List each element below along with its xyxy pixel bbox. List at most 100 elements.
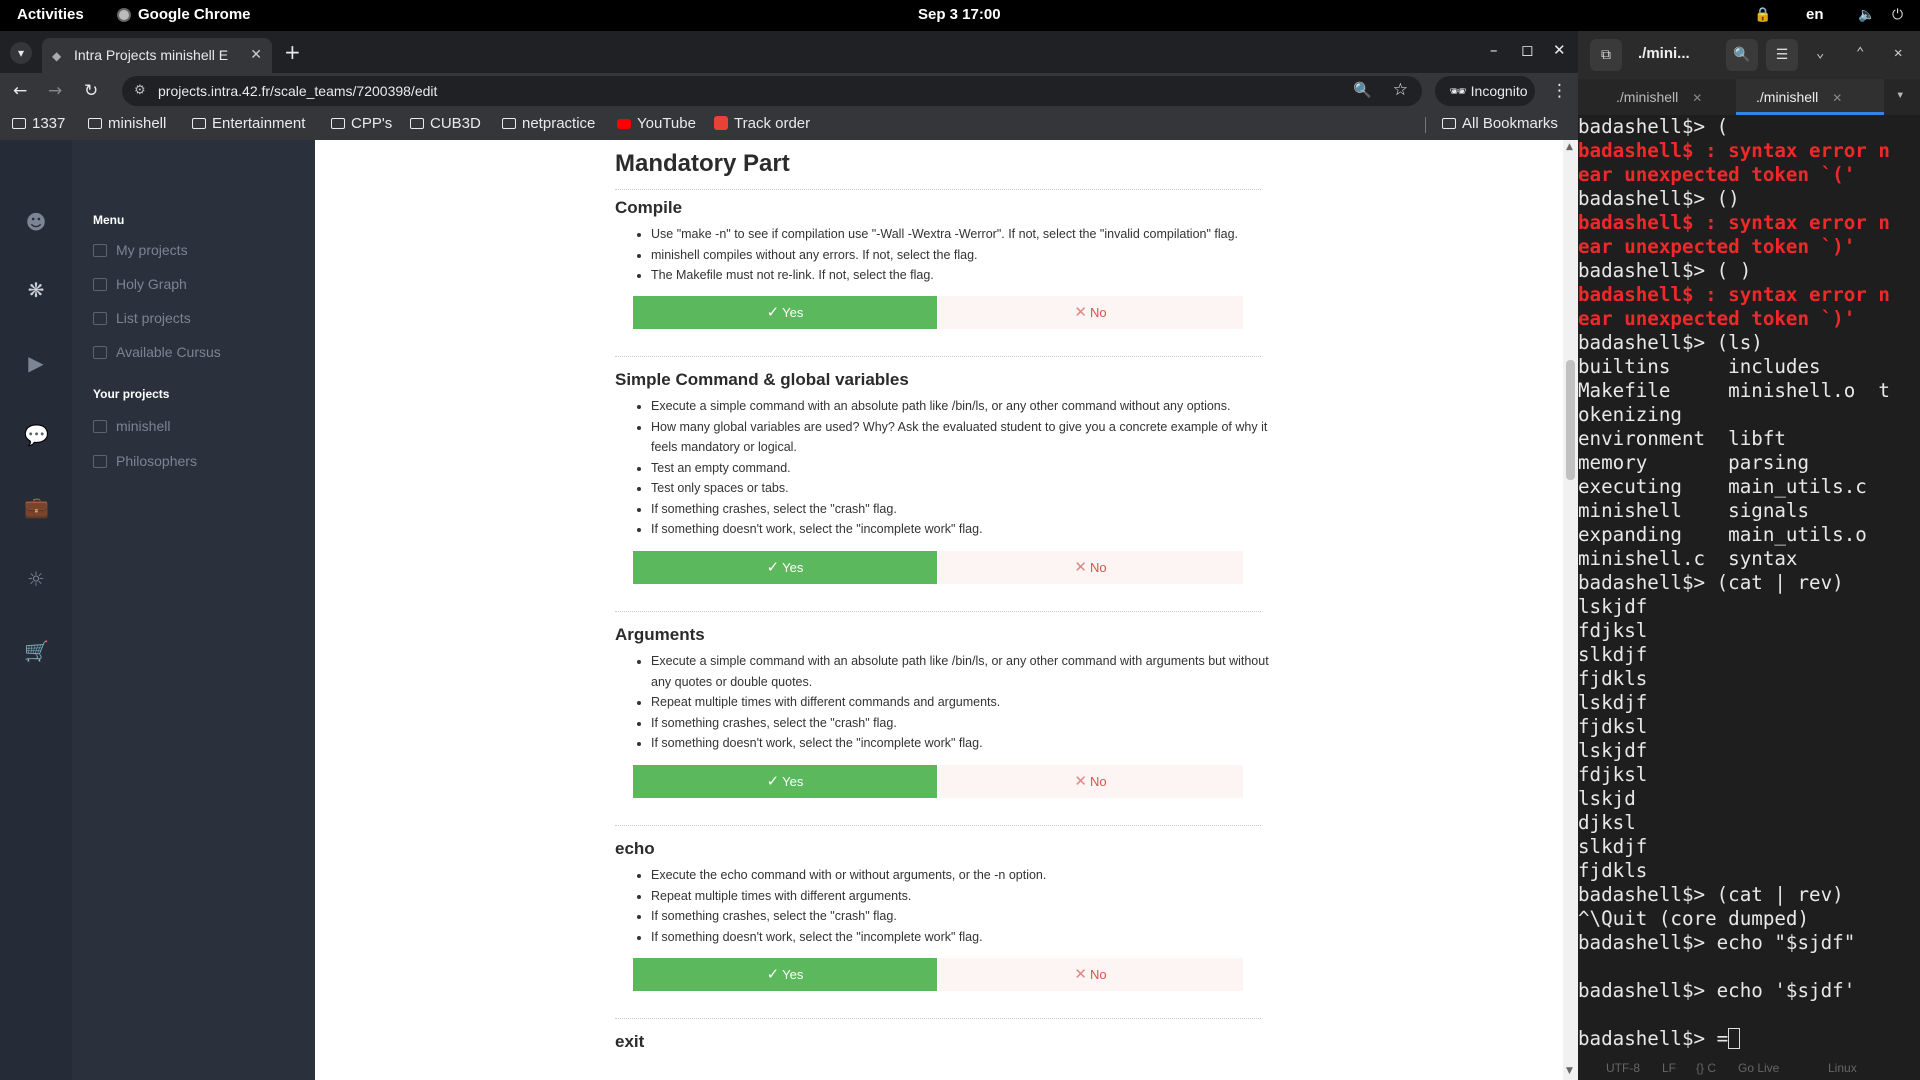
menu-item-list-projects[interactable]: List projects (93, 310, 191, 326)
all-bookmarks[interactable]: All Bookmarks (1442, 115, 1558, 132)
scrollbar-thumb[interactable] (1566, 360, 1575, 480)
compile-yes-button[interactable]: ✓ Yes (633, 296, 937, 329)
echo-yes-no: ✓ Yes ✕ No (633, 958, 1243, 991)
language-mode[interactable]: {} C (1696, 1061, 1716, 1075)
terminal-line: minishell.c syntax (1578, 547, 1798, 570)
elearning-icon[interactable]: ▶ (24, 351, 48, 375)
menu-item-available-cursus[interactable]: Available Cursus (93, 344, 221, 360)
youtube-icon (617, 119, 631, 129)
bookmarks-bar: 1337 minishell Entertainment CPP's CUB3D… (0, 109, 1578, 140)
close-window-icon[interactable]: ✕ (1553, 41, 1566, 59)
terminal-line: badashell$> (cat | rev) (1578, 883, 1844, 906)
bookmark-folder[interactable]: CUB3D (410, 115, 481, 132)
chevron-up-icon[interactable]: ⌃ (1856, 45, 1864, 61)
tab-search-icon[interactable]: ▾ (10, 42, 32, 64)
tab-strip: ▾ ◆ Intra Projects minishell E ✕ + – ◻ ✕ (0, 31, 1578, 73)
holy-graph-icon[interactable]: ❋ (24, 278, 48, 302)
project-item-philosophers[interactable]: Philosophers (93, 453, 197, 469)
bookmark-folder[interactable]: minishell (88, 115, 166, 132)
terminal-tab-active[interactable]: ./minishell ✕ (1736, 79, 1884, 115)
terminal-line: badashell$> (ls) (1578, 331, 1763, 354)
new-tab-icon[interactable]: + (284, 40, 301, 64)
site-info-icon[interactable]: ⚙ (134, 82, 146, 98)
tab-title: Intra Projects minishell E (74, 47, 229, 63)
shop-icon[interactable]: 🛒 (24, 639, 49, 663)
new-tab-icon[interactable]: ⧉ (1590, 39, 1622, 71)
section-title-simple-command: Simple Command & global variables (615, 370, 909, 389)
clock[interactable]: Sep 3 17:00 (918, 6, 1001, 23)
back-icon[interactable]: ← (13, 81, 27, 101)
lock-icon[interactable]: 🔒 (1754, 7, 1771, 23)
page-scrollbar[interactable]: ▲ ▼ (1563, 140, 1578, 1080)
chrome-menu-icon[interactable]: ⋮ (1551, 81, 1568, 101)
terminal-tab[interactable]: ./minishell ✕ (1616, 79, 1728, 115)
tab-list-icon[interactable]: ▾ (1896, 87, 1904, 103)
bookmark-star-icon[interactable]: ☆ (1393, 80, 1408, 100)
zoom-icon[interactable]: 🔍 (1353, 81, 1372, 99)
section-title-compile: Compile (615, 198, 683, 217)
maximize-icon[interactable]: ◻ (1521, 41, 1533, 59)
input-language[interactable]: en (1806, 6, 1824, 23)
os-label[interactable]: Linux (1828, 1061, 1857, 1075)
profile-icon[interactable]: ☻ (24, 210, 48, 234)
line-ending[interactable]: LF (1662, 1061, 1676, 1075)
terminal-line: expanding main_utils.o (1578, 523, 1867, 546)
browser-tab[interactable]: ◆ Intra Projects minishell E ✕ (42, 38, 272, 73)
close-tab-icon[interactable]: ✕ (1832, 91, 1842, 105)
bookmark-track-order[interactable]: Track order (714, 115, 810, 132)
companies-icon[interactable]: 💼 (24, 495, 49, 519)
bookmark-youtube[interactable]: YouTube (617, 115, 696, 132)
simple-command-checklist: Execute a simple command with an absolut… (651, 396, 1271, 540)
app-menu[interactable]: Google Chrome (117, 6, 251, 23)
menu-item-holy-graph[interactable]: Holy Graph (93, 276, 187, 292)
bookmark-folder[interactable]: Entertainment (192, 115, 305, 132)
check-icon: ✓ (766, 966, 780, 983)
volume-icon[interactable]: 🔈 (1858, 7, 1875, 23)
encoding[interactable]: UTF-8 (1606, 1061, 1640, 1075)
go-live[interactable]: Go Live (1738, 1061, 1779, 1075)
echo-no-button[interactable]: ✕ No (938, 958, 1243, 991)
terminal-output[interactable]: badashell$> (badashell$ : syntax error n… (1578, 115, 1920, 1080)
incognito-badge[interactable]: 🕶 Incognito (1435, 76, 1535, 106)
search-icon[interactable]: 🔍 (1726, 39, 1758, 71)
close-tab-icon[interactable]: ✕ (250, 46, 262, 63)
menu-item-my-projects[interactable]: My projects (93, 242, 188, 258)
close-tab-icon[interactable]: ✕ (1692, 91, 1702, 105)
minimize-icon[interactable]: – (1490, 41, 1498, 59)
terminal-line: badashell$> echo "$sjdf" (1578, 931, 1856, 954)
arguments-yes-button[interactable]: ✓ Yes (633, 765, 937, 798)
compass-icon[interactable]: ☼ (24, 567, 48, 591)
power-icon[interactable]: ⏻ (1892, 7, 1903, 23)
web-page: ☻ ❋ ▶ 💬 💼 ☼ 🛒 Menu My projects Holy Grap… (0, 140, 1563, 1080)
simple-command-no-button[interactable]: ✕ No (938, 551, 1243, 584)
x-icon: ✕ (1074, 304, 1087, 321)
reload-icon[interactable]: ↻ (84, 81, 98, 101)
divider (615, 356, 1261, 357)
terminal-line: executing main_utils.c (1578, 475, 1867, 498)
list-icon (93, 312, 107, 325)
address-bar[interactable]: ⚙ projects.intra.42.fr/scale_teams/72003… (122, 76, 1422, 106)
scroll-down-icon[interactable]: ▼ (1566, 1066, 1573, 1076)
terminal-prompt[interactable]: badashell$> = (1578, 1027, 1920, 1051)
forward-icon[interactable]: → (48, 81, 62, 101)
scroll-up-icon[interactable]: ▲ (1566, 142, 1573, 152)
forum-icon[interactable]: 💬 (24, 423, 49, 447)
close-icon[interactable]: ✕ (1894, 45, 1902, 61)
arguments-no-button[interactable]: ✕ No (938, 765, 1243, 798)
bookmark-folder[interactable]: netpractice (502, 115, 595, 132)
simple-command-yes-button[interactable]: ✓ Yes (633, 551, 937, 584)
activities-button[interactable]: Activities (17, 6, 84, 23)
track-order-icon (714, 116, 728, 130)
project-item-minishell[interactable]: minishell (93, 418, 170, 434)
bookmark-folder[interactable]: 1337 (12, 115, 65, 132)
compile-no-button[interactable]: ✕ No (938, 296, 1243, 329)
chevron-down-icon[interactable]: ⌄ (1816, 45, 1824, 61)
hamburger-menu-icon[interactable]: ☰ (1766, 39, 1798, 71)
echo-yes-button[interactable]: ✓ Yes (633, 958, 937, 991)
divider (615, 189, 1261, 190)
mandatory-part-title: Mandatory Part (615, 150, 790, 177)
terminal-line: ear unexpected token `)' (1578, 235, 1856, 258)
incognito-icon: 🕶 (1449, 83, 1467, 99)
bookmark-folder[interactable]: CPP's (331, 115, 392, 132)
terminal-line: ear unexpected token `)' (1578, 307, 1856, 330)
